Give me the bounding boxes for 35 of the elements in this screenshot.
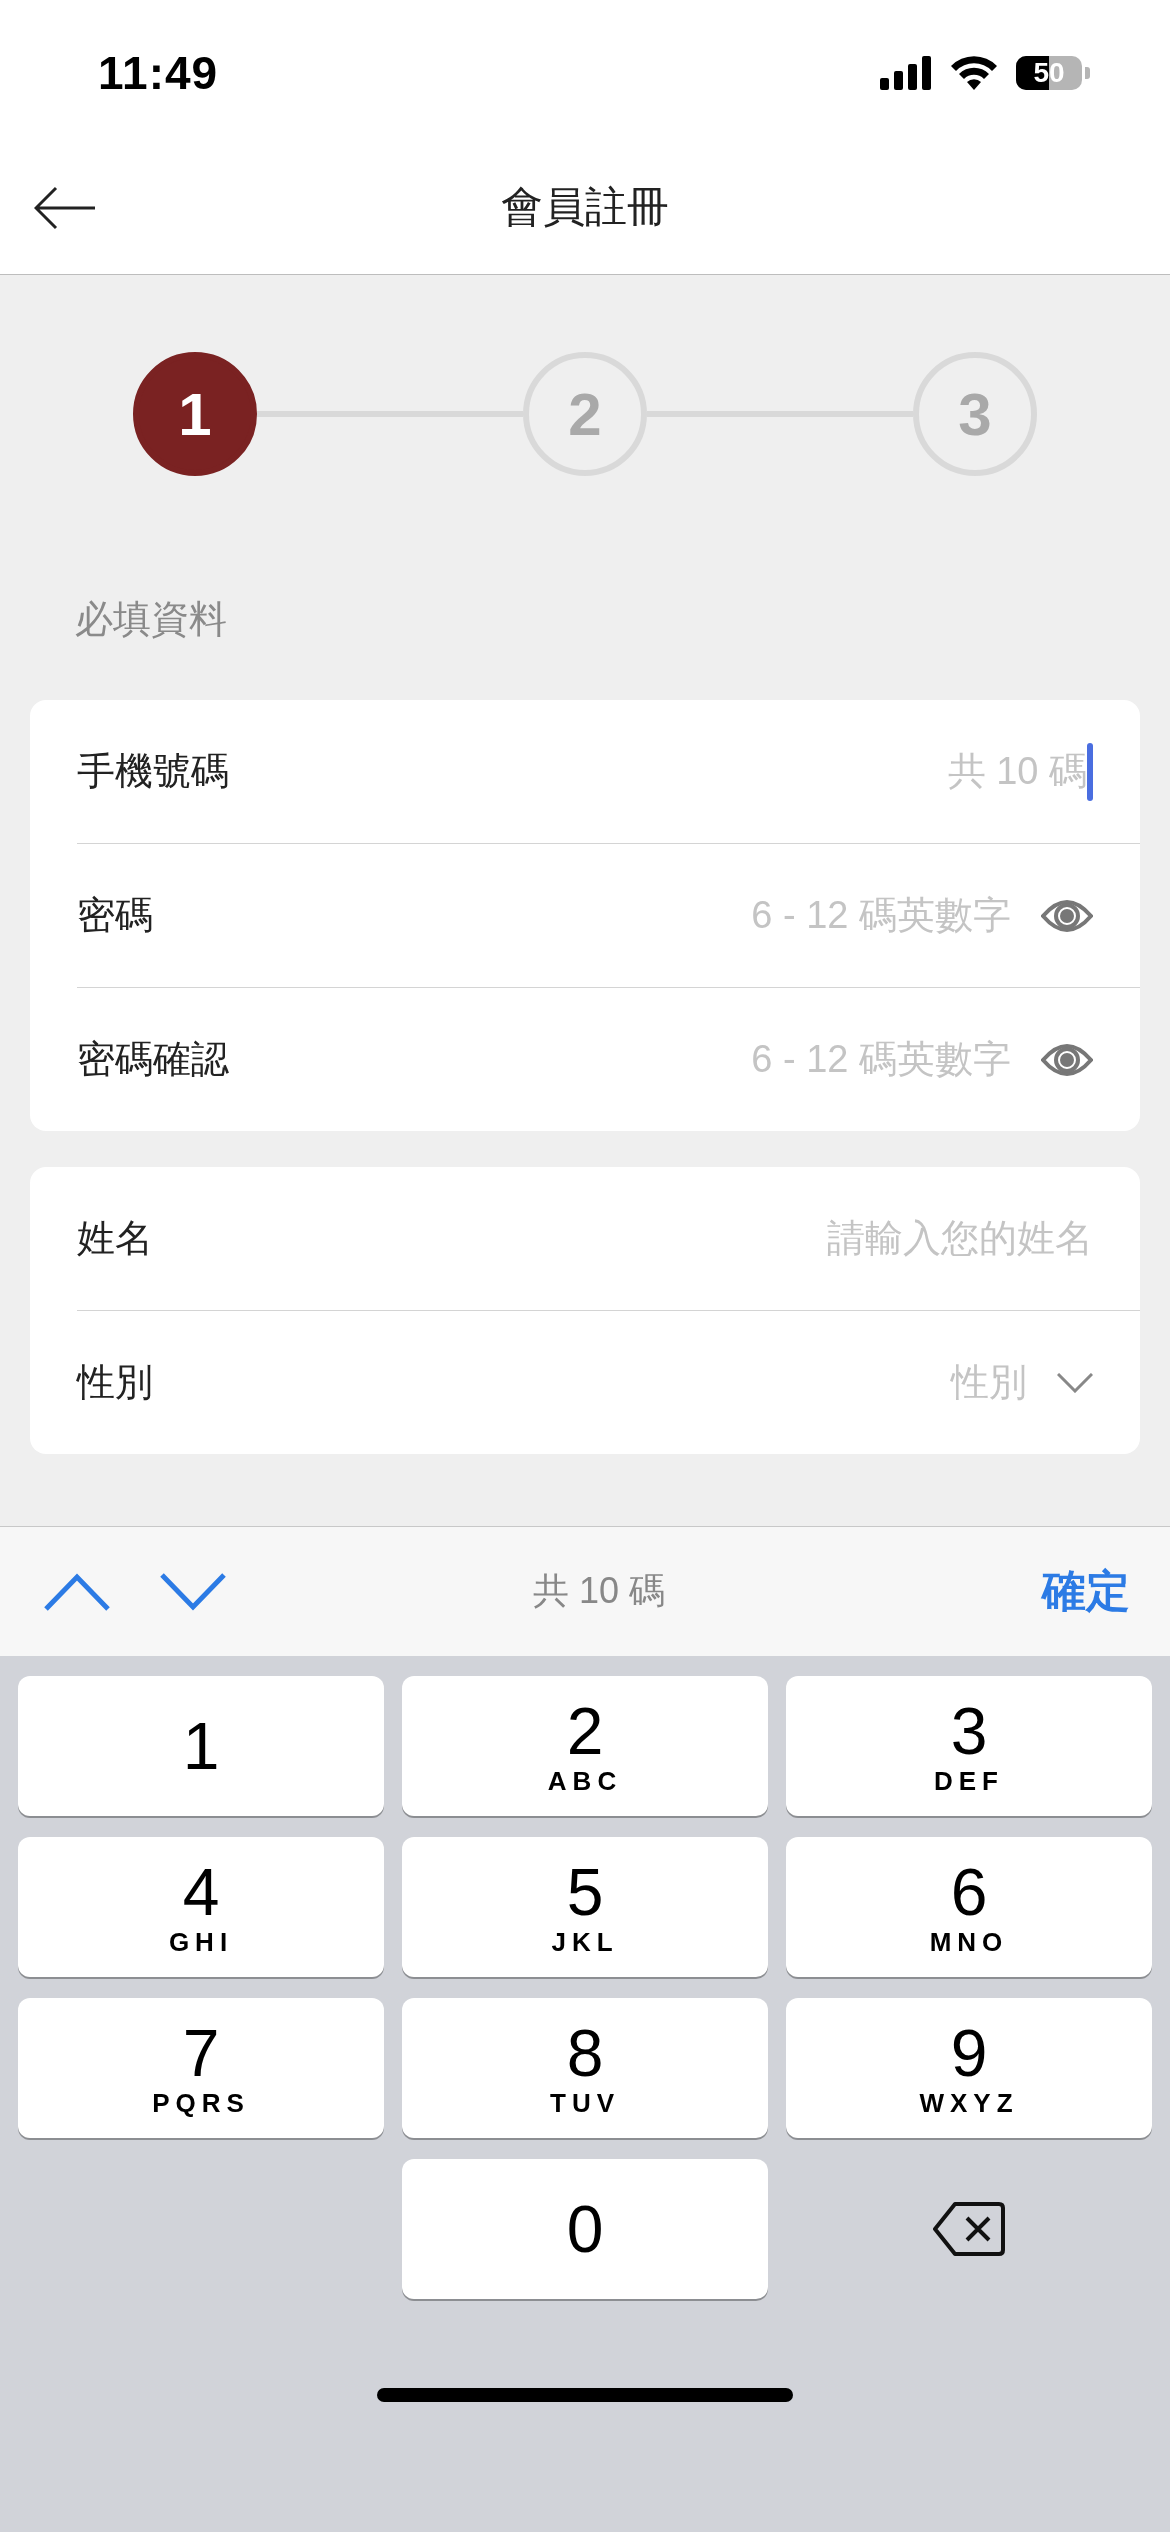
backspace-icon <box>933 2201 1005 2257</box>
signal-icon <box>880 56 932 90</box>
field-label: 性別 <box>77 1360 153 1405</box>
keypad-key[interactable]: 4 GHI <box>18 1837 384 1977</box>
next-button[interactable] <box>160 1572 226 1611</box>
input-field[interactable]: 請輸入您的姓名 <box>173 1217 1093 1260</box>
keypad-key[interactable]: 5 JKL <box>402 1837 768 1977</box>
keypad-key[interactable]: 7 PQRS <box>18 1998 384 2138</box>
keypad-key[interactable]: 8 TUV <box>402 1998 768 2138</box>
step-circle: 1 <box>133 352 257 476</box>
keypad-key[interactable]: 1 <box>18 1676 384 1816</box>
field-label: 密碼 <box>77 893 153 938</box>
keypad-key[interactable]: 6 MNO <box>786 1837 1152 1977</box>
step-circle: 2 <box>523 352 647 476</box>
field-label: 姓名 <box>77 1216 153 1261</box>
step-circle: 3 <box>913 352 1037 476</box>
input-field[interactable]: 共 10 碼 <box>249 750 1087 793</box>
keypad-key[interactable]: 3 DEF <box>786 1676 1152 1816</box>
chevron-down-icon[interactable] <box>1057 1372 1093 1393</box>
eye-icon[interactable] <box>1041 1041 1093 1078</box>
input-field[interactable]: 6 - 12 碼英數字 <box>249 1038 1011 1081</box>
keypad-key[interactable]: 2 ABC <box>402 1676 768 1816</box>
keypad-key[interactable]: 9 WXYZ <box>786 1998 1152 2138</box>
done-button[interactable]: 確定 <box>1042 1562 1130 1621</box>
field-label: 密碼確認 <box>77 1037 229 1082</box>
eye-icon[interactable] <box>1041 897 1093 934</box>
page-title: 會員註冊 <box>501 182 669 232</box>
input-field[interactable]: 6 - 12 碼英數字 <box>173 894 1011 937</box>
previous-button[interactable] <box>44 1572 110 1611</box>
keyboard-hint: 共 10 碼 <box>531 1569 666 1613</box>
field-label: 手機號碼 <box>77 749 229 794</box>
wifi-icon <box>950 56 998 90</box>
status-time: 11:49 <box>98 46 219 100</box>
section-title: 必填資料 <box>75 597 228 642</box>
keypad-key[interactable]: 0 <box>402 2159 768 2299</box>
